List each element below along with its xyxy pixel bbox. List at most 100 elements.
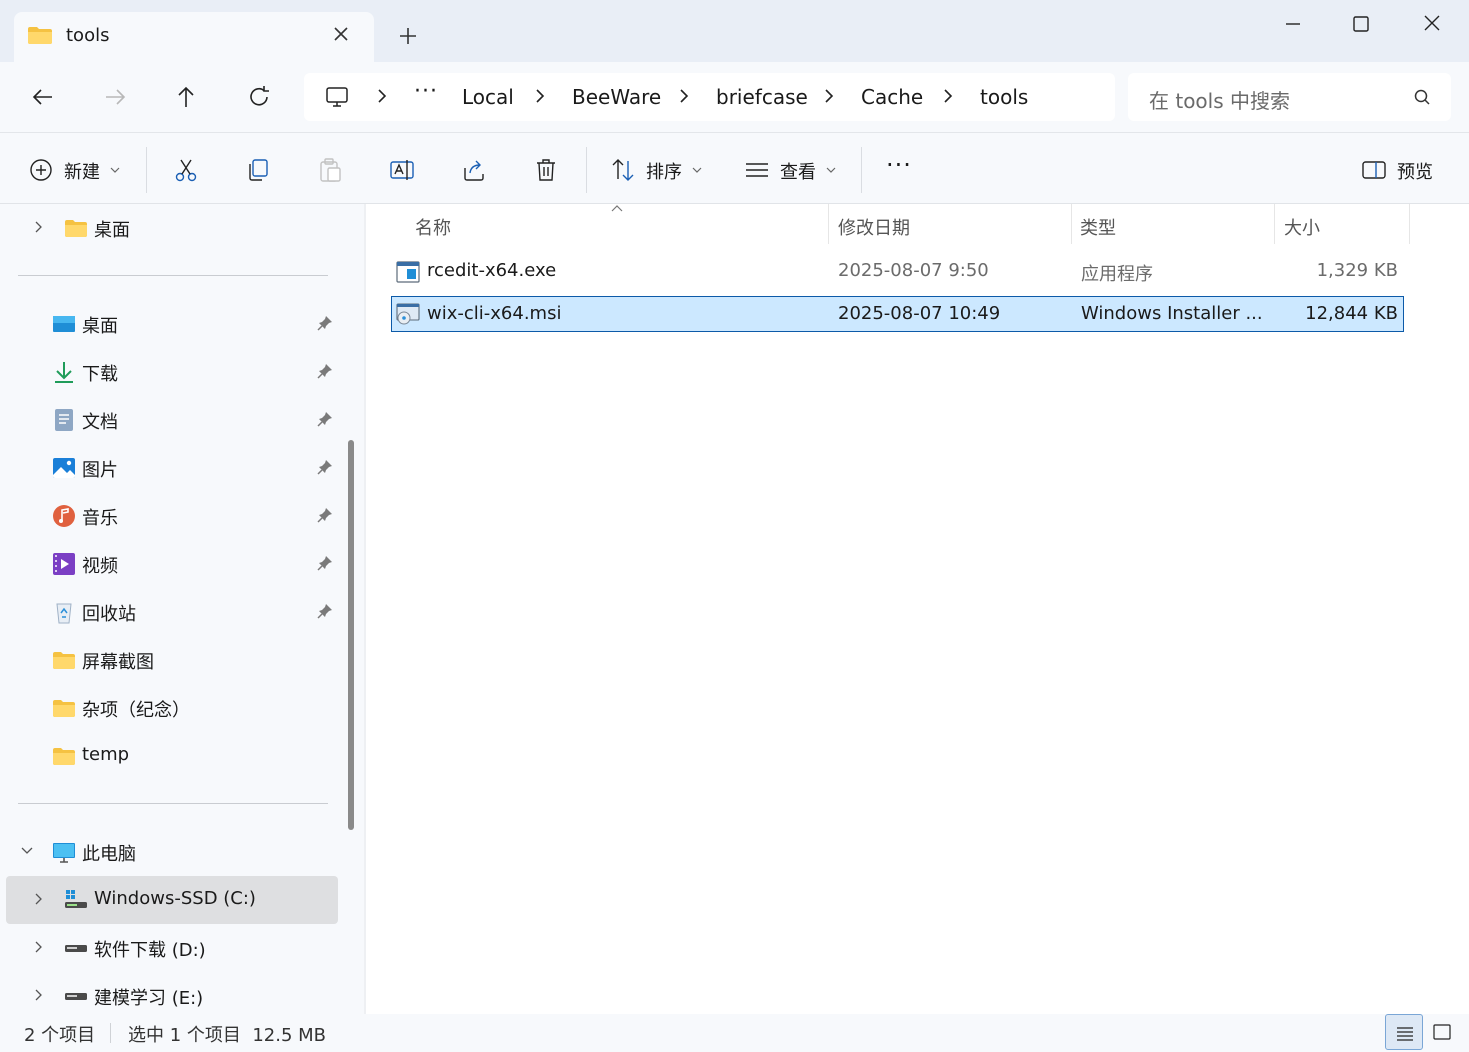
sidebar-item-videos[interactable]: 视频 <box>0 540 338 588</box>
large-icons-view-icon <box>1433 1024 1451 1040</box>
chevron-down-icon[interactable] <box>20 844 34 858</box>
chevron-right-icon[interactable] <box>32 940 46 954</box>
preview-pane-icon[interactable] <box>1361 157 1387 183</box>
sidebar-item-desktop[interactable]: 桌面 <box>0 300 338 348</box>
sidebar-item-music[interactable]: 音乐 <box>0 492 338 540</box>
column-divider[interactable] <box>828 204 829 244</box>
column-header-name[interactable]: 名称 <box>415 214 451 240</box>
tiles-view-button[interactable] <box>1424 1014 1462 1050</box>
file-name[interactable]: wix-cli-x64.msi <box>427 303 561 324</box>
sidebar-item-label: 下载 <box>82 364 118 385</box>
chevron-down-icon[interactable] <box>692 166 702 174</box>
chevron-down-icon[interactable] <box>826 166 836 174</box>
pin-icon[interactable] <box>316 362 334 380</box>
chevron-right-icon[interactable] <box>32 220 46 234</box>
column-divider[interactable] <box>1071 204 1072 244</box>
more-options-button[interactable]: ··· <box>886 151 912 179</box>
new-button-label[interactable]: 新建 <box>64 158 100 184</box>
breadcrumb-briefcase[interactable]: briefcase <box>716 85 808 109</box>
search-placeholder[interactable]: 在 tools 中搜索 <box>1149 85 1290 114</box>
chevron-right-icon[interactable] <box>32 988 46 1002</box>
file-modified: 2025-08-07 10:49 <box>838 303 1001 324</box>
delete-icon[interactable] <box>533 157 559 183</box>
sidebar-item-this-pc[interactable]: 此电脑 <box>0 828 338 876</box>
forward-icon[interactable] <box>100 82 130 112</box>
back-icon[interactable] <box>28 82 58 112</box>
breadcrumb-overflow[interactable]: ··· <box>414 79 438 104</box>
chevron-right-icon[interactable] <box>821 88 837 104</box>
new-tab-icon[interactable] <box>396 24 420 48</box>
pin-icon[interactable] <box>316 554 334 572</box>
toolbar-divider <box>146 147 147 193</box>
details-view-button[interactable] <box>1385 1014 1423 1050</box>
sidebar-item-downloads[interactable]: 下载 <box>0 348 338 396</box>
chevron-right-icon[interactable] <box>32 892 46 906</box>
tab-tools[interactable]: tools <box>14 12 374 62</box>
pin-icon[interactable] <box>316 602 334 620</box>
this-pc-icon[interactable] <box>324 84 350 110</box>
search-box[interactable]: 在 tools 中搜索 <box>1128 73 1451 121</box>
chevron-right-icon[interactable] <box>532 88 548 104</box>
new-icon[interactable] <box>28 157 54 183</box>
file-name[interactable]: rcedit-x64.exe <box>427 260 556 281</box>
sidebar-item-recycle-bin[interactable]: 回收站 <box>0 588 338 636</box>
cut-icon[interactable] <box>173 157 199 183</box>
file-row-wix-cli[interactable]: wix-cli-x64.msi 2025-08-07 10:49 Windows… <box>391 296 1404 332</box>
chevron-right-icon[interactable] <box>676 88 692 104</box>
sidebar-item-drive-c[interactable]: Windows-SSD (C:) <box>6 876 338 924</box>
pin-icon[interactable] <box>316 410 334 428</box>
sidebar-item-documents[interactable]: 文档 <box>0 396 338 444</box>
breadcrumb-tools[interactable]: tools <box>980 85 1028 109</box>
pin-icon[interactable] <box>316 458 334 476</box>
column-header-modified[interactable]: 修改日期 <box>838 214 910 240</box>
search-icon[interactable] <box>1412 87 1432 107</box>
sort-button-label[interactable]: 排序 <box>646 158 682 184</box>
sidebar-item-misc[interactable]: 杂项（纪念） <box>0 684 338 732</box>
close-window-icon[interactable] <box>1416 10 1448 38</box>
chevron-right-icon[interactable] <box>940 88 956 104</box>
pin-icon[interactable] <box>316 506 334 524</box>
breadcrumb-cache[interactable]: Cache <box>861 85 923 109</box>
close-tab-icon[interactable] <box>330 23 352 45</box>
column-divider[interactable] <box>1409 204 1410 244</box>
breadcrumb-local[interactable]: Local <box>462 85 514 109</box>
download-icon <box>55 362 73 383</box>
copy-icon[interactable] <box>245 157 271 183</box>
paste-icon[interactable] <box>317 157 343 183</box>
sidebar-item-label: 杂项（纪念） <box>82 700 190 721</box>
sidebar-item-temp[interactable]: temp <box>0 732 338 780</box>
share-icon[interactable] <box>461 157 487 183</box>
rename-icon[interactable] <box>389 157 415 183</box>
maximize-icon[interactable] <box>1345 10 1377 38</box>
chevron-right-icon[interactable] <box>374 88 390 104</box>
sidebar-item-screenshots[interactable]: 屏幕截图 <box>0 636 338 684</box>
videos-icon <box>53 553 75 575</box>
breadcrumb-beeware[interactable]: BeeWare <box>572 85 661 109</box>
folder-icon <box>28 27 52 44</box>
preview-button-label[interactable]: 预览 <box>1397 158 1433 184</box>
tab-title: tools <box>66 25 110 46</box>
sidebar-item-drive-d[interactable]: 软件下载 (D:) <box>0 924 338 972</box>
sidebar-item-label: Windows-SSD (C:) <box>94 888 256 909</box>
sidebar-scrollbar[interactable] <box>348 440 354 830</box>
up-icon[interactable] <box>171 82 201 112</box>
sidebar-item-label: 屏幕截图 <box>82 652 154 673</box>
file-row-rcedit[interactable]: rcedit-x64.exe 2025-08-07 9:50 应用程序 1,32… <box>391 254 1404 290</box>
view-icon[interactable] <box>744 157 770 183</box>
sidebar-item-label: 建模学习 (E:) <box>94 988 204 1009</box>
column-header-size[interactable]: 大小 <box>1284 214 1320 240</box>
sidebar-item-label: 桌面 <box>94 220 130 241</box>
column-divider[interactable] <box>1274 204 1275 244</box>
folder-icon <box>53 748 75 765</box>
sort-icon[interactable] <box>610 157 636 183</box>
view-button-label[interactable]: 查看 <box>780 158 816 184</box>
minimize-icon[interactable] <box>1277 10 1309 38</box>
sidebar-item-drive-e[interactable]: 建模学习 (E:) <box>0 972 338 1020</box>
sidebar-item-pictures[interactable]: 图片 <box>0 444 338 492</box>
column-header-type[interactable]: 类型 <box>1080 214 1116 240</box>
refresh-icon[interactable] <box>244 82 274 112</box>
address-bar[interactable]: ··· Local BeeWare briefcase Cache tools <box>304 73 1115 121</box>
sidebar-item-desktop-root[interactable]: 桌面 <box>0 204 338 252</box>
chevron-down-icon[interactable] <box>110 166 120 174</box>
pin-icon[interactable] <box>316 314 334 332</box>
